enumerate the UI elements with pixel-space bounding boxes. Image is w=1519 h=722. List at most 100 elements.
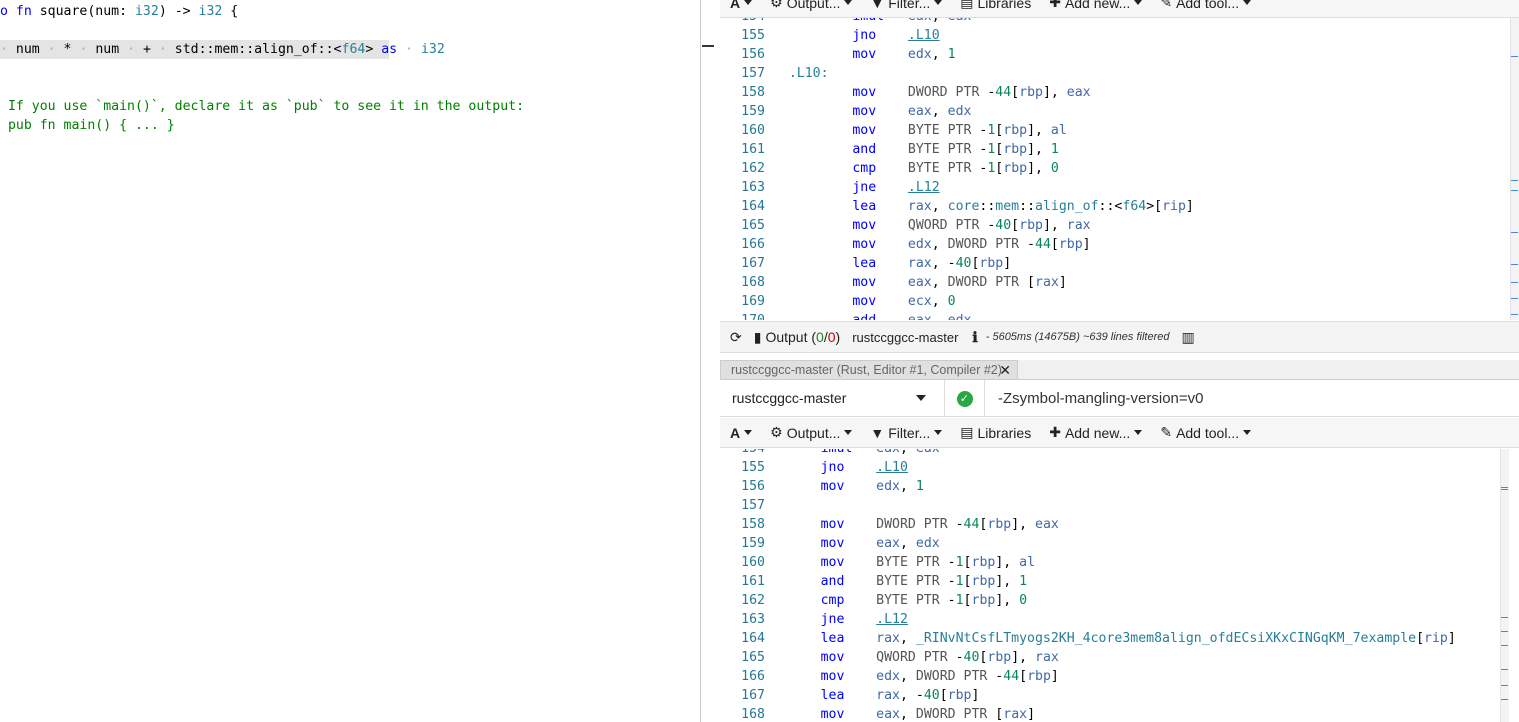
asm-line[interactable]: 156 mov edx, 1 (720, 477, 1500, 496)
asm-line[interactable]: 158 mov DWORD PTR -44[rbp], eax (720, 83, 1510, 102)
add-tool-button-2[interactable]: ✎ Add tool... (1160, 424, 1252, 441)
asm-line[interactable]: 159 mov eax, edx (720, 102, 1510, 121)
code-token: mov (788, 104, 908, 119)
line-number: 155 (741, 460, 765, 475)
pane-splitter[interactable] (700, 0, 720, 722)
code-token: num (15, 42, 48, 57)
filter-label: Filter... (888, 424, 931, 441)
output-status-bar: ⟳ ▮ Output (0/0) rustccggcc-master ℹ - 5… (720, 321, 1519, 353)
asm-line[interactable]: 156 mov edx, 1 (720, 45, 1510, 64)
add-tool-button[interactable]: ✎ Add tool... (1160, 0, 1252, 11)
code-token: :: (979, 199, 996, 214)
recompile-icon[interactable]: ⟳ (730, 329, 742, 346)
assembly-output-top[interactable]: 154 imul eax, eax155 jno .L10156 mov edx… (720, 18, 1510, 320)
asm-line[interactable]: 157 (720, 496, 1500, 515)
code-token: eax (907, 104, 932, 119)
code-token: rax (876, 688, 900, 703)
compiler-options-input[interactable]: -Zsymbol-mangling-version=v0 (998, 380, 1204, 417)
libraries-button-2[interactable]: ▤ Libraries (960, 424, 1031, 441)
code-token: edx (915, 536, 940, 551)
asm-line[interactable]: 166 mov edx, DWORD PTR -44[rbp] (720, 667, 1500, 686)
close-icon[interactable]: ✕ (999, 361, 1011, 380)
add-new-button-2[interactable]: ✚ Add new... (1049, 424, 1143, 441)
font-size-button-2[interactable]: A (730, 425, 753, 441)
asm-line[interactable]: 168 mov eax, DWORD PTR [rax] (720, 273, 1510, 292)
compiler-select[interactable]: rustccggcc-master (720, 380, 945, 417)
asm-line[interactable]: 165 mov QWORD PTR -40[rbp], rax (720, 216, 1510, 235)
asm-line[interactable]: 164 lea rax, _RINvNtCsfLTmyogs2KH_4core3… (720, 629, 1500, 648)
code-token: jno (788, 460, 877, 475)
asm-line[interactable]: 158 mov DWORD PTR -44[rbp], eax (720, 515, 1500, 534)
output-close-paren: ) (835, 329, 841, 345)
code-token: f64 (1122, 199, 1147, 214)
asm-line[interactable]: 160 mov BYTE PTR -1[rbp], al (720, 121, 1510, 140)
asm-line[interactable]: 154 imul eax, eax (720, 18, 1510, 26)
asm-line[interactable]: 169 mov ecx, 0 (720, 292, 1510, 311)
code-token: eax (1066, 85, 1091, 100)
asm-line[interactable]: 167 lea rax, -40[rbp] (720, 686, 1500, 705)
plus-icon: ✚ (1049, 424, 1061, 440)
gutter-space (765, 460, 789, 475)
code-token: rbp (971, 574, 996, 589)
code-token: - (947, 593, 956, 608)
asm-line[interactable]: 161 and BYTE PTR -1[rbp], 1 (720, 140, 1510, 159)
asm-line[interactable]: 164 lea rax, core::mem::align_of::<f64>[… (720, 197, 1510, 216)
tab-compiler-pane[interactable]: rustccggcc-master (Rust, Editor #1, Comp… (720, 360, 1018, 380)
code-token: ) -> (158, 4, 199, 19)
asm-line[interactable]: 155 jno .L10 (720, 458, 1500, 477)
filter-button-2[interactable]: ▼ Filter... (870, 424, 943, 441)
asm-line[interactable]: 159 mov eax, edx (720, 534, 1500, 553)
asm-line[interactable]: 167 lea rax, -40[rbp] (720, 254, 1510, 273)
code-token: al (1019, 555, 1036, 570)
asm-line[interactable]: 162 cmp BYTE PTR -1[rbp], 0 (720, 159, 1510, 178)
gutter-space (765, 142, 789, 157)
line-number: 155 (741, 28, 765, 43)
code-token: 1 (955, 574, 964, 589)
code-token: lea (788, 199, 908, 214)
book-icon: ▤ (960, 0, 974, 10)
gutter-space (765, 66, 789, 81)
asm-line[interactable]: 163 jne .L12 (720, 178, 1510, 197)
gutter-space (765, 555, 789, 570)
asm-line[interactable]: 154 imul eax, eax (720, 449, 1500, 458)
code-token: mov (788, 517, 877, 532)
code-token: , (931, 275, 948, 290)
chart-icon[interactable]: ▥ (1181, 329, 1194, 346)
libraries-label: Libraries (977, 0, 1032, 11)
assembly-output-bottom[interactable]: 154 imul eax, eax155 jno .L10156 mov edx… (720, 449, 1500, 722)
scrollbar-top[interactable] (1510, 18, 1519, 320)
scrollbar-bottom[interactable] (1500, 449, 1509, 722)
filter-label: Filter... (888, 0, 931, 11)
code-token: , (900, 669, 916, 684)
asm-line[interactable]: 163 jne .L12 (720, 610, 1500, 629)
code-token: - (947, 555, 956, 570)
code-token: eax (907, 275, 932, 290)
asm-line[interactable]: 165 mov QWORD PTR -40[rbp], rax (720, 648, 1500, 667)
asm-line[interactable]: 168 mov eax, DWORD PTR [rax] (720, 705, 1500, 722)
add-new-button[interactable]: ✚ Add new... (1049, 0, 1143, 11)
code-token: DWORD PTR (947, 275, 1028, 290)
output-options-button-2[interactable]: ⚙ Output... (770, 424, 853, 441)
info-icon[interactable]: ℹ (972, 329, 977, 346)
asm-line[interactable]: 170 add eax, edx (720, 311, 1510, 320)
code-token: - (1027, 237, 1035, 252)
code-token: [ (963, 593, 972, 608)
asm-line[interactable]: 161 and BYTE PTR -1[rbp], 1 (720, 572, 1500, 591)
asm-line[interactable]: 162 cmp BYTE PTR -1[rbp], 0 (720, 591, 1500, 610)
output-toggle-button[interactable]: ▮ Output (0/0) (754, 329, 840, 346)
source-editor[interactable]: o fn square(num: i32) -> i32 {· num · * … (0, 0, 700, 722)
code-token: and (788, 142, 908, 157)
asm-line[interactable]: 157 .L10: (720, 64, 1510, 83)
asm-line[interactable]: 166 mov edx, DWORD PTR -44[rbp] (720, 235, 1510, 254)
code-token: 1 (955, 555, 964, 570)
code-token: , (932, 18, 948, 24)
asm-line[interactable]: 155 jno .L10 (720, 26, 1510, 45)
libraries-button[interactable]: ▤ Libraries (960, 0, 1031, 11)
asm-line[interactable]: 160 mov BYTE PTR -1[rbp], al (720, 553, 1500, 572)
filter-button[interactable]: ▼ Filter... (870, 0, 943, 11)
gutter-space (765, 707, 789, 722)
output-options-button[interactable]: ⚙ Output... (770, 0, 853, 11)
code-token: 1 (955, 593, 964, 608)
font-size-button[interactable]: A (730, 0, 753, 11)
status-ok-icon[interactable]: ✓ (945, 380, 985, 417)
